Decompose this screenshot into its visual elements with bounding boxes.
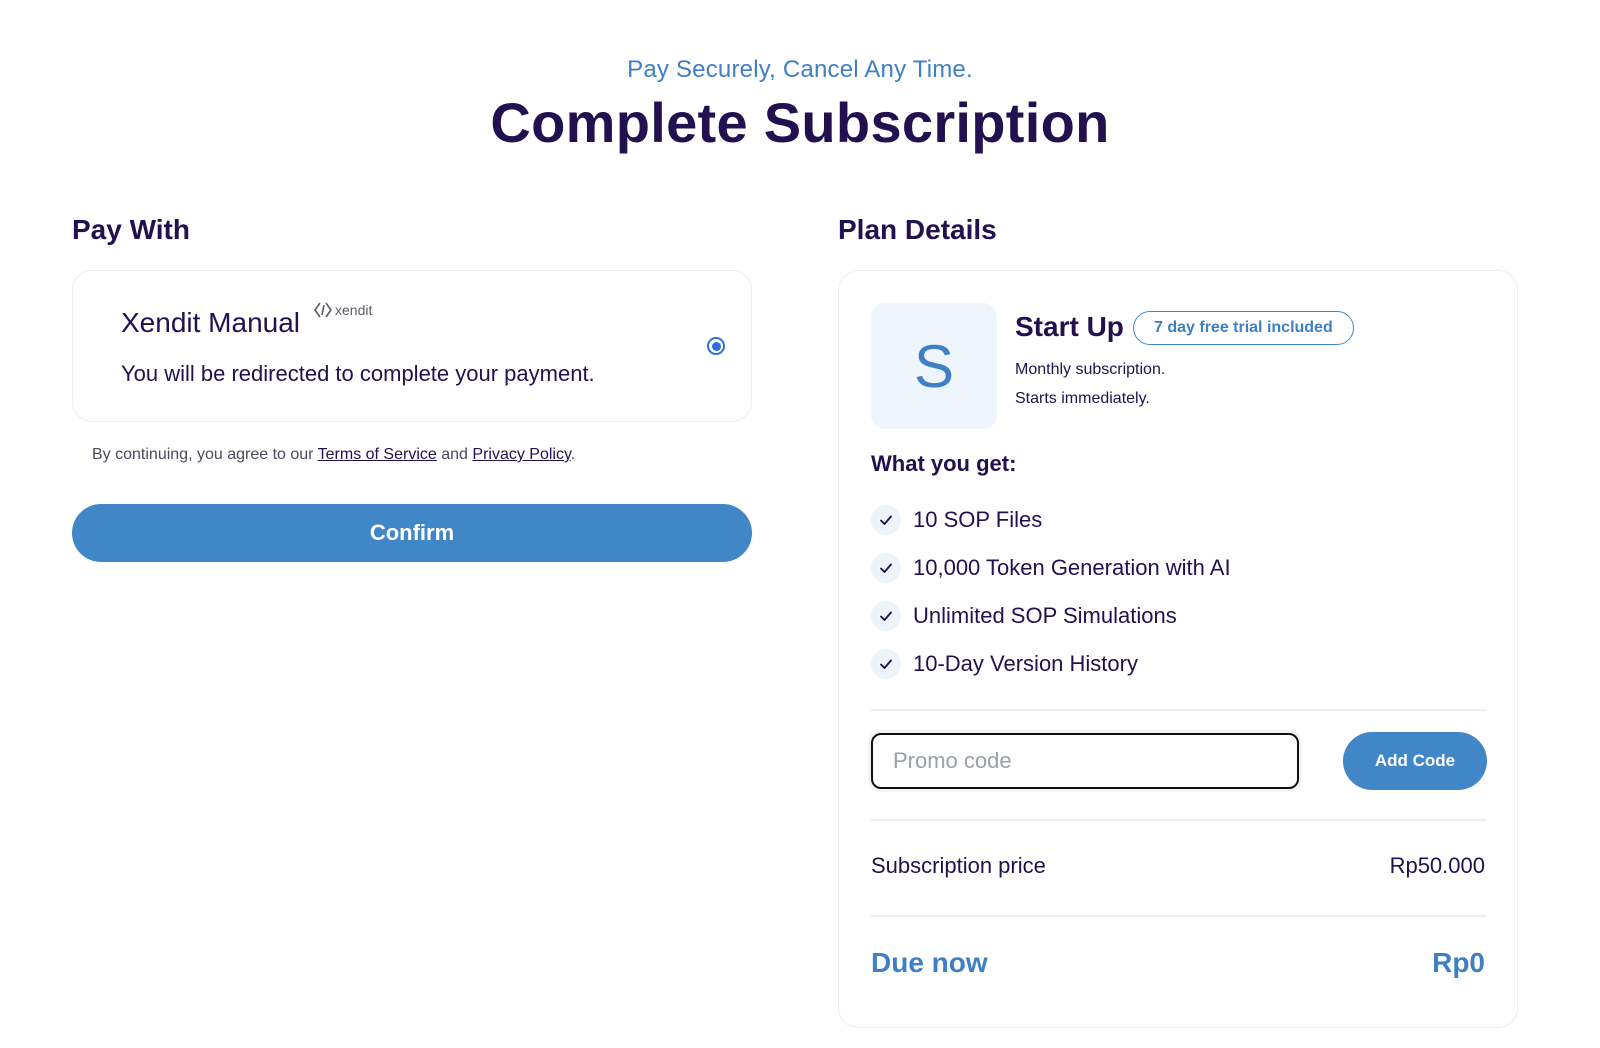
- benefit-item: 10-Day Version History: [871, 640, 1231, 688]
- terms-conjunction: and: [441, 446, 468, 463]
- benefit-label: 10 SOP Files: [913, 507, 1043, 532]
- terms-prefix: By continuing, you agree to our: [92, 446, 314, 463]
- benefits-list: 10 SOP Files 10,000 Token Generation wit…: [871, 496, 1231, 688]
- divider: [871, 915, 1487, 917]
- confirm-button[interactable]: Confirm: [72, 504, 752, 562]
- payment-method-radio[interactable]: [707, 337, 725, 355]
- xendit-logo-icon: [314, 302, 332, 318]
- check-icon: [871, 553, 901, 583]
- xendit-logo: xendit: [314, 301, 372, 319]
- tagline: Pay Securely, Cancel Any Time.: [627, 56, 973, 83]
- payment-method-card[interactable]: Xendit Manual xendit You will be redirec…: [72, 270, 752, 422]
- terms-of-service-link[interactable]: Terms of Service: [318, 446, 437, 463]
- terms-suffix: .: [570, 446, 576, 463]
- check-icon: [871, 649, 901, 679]
- plan-card: S Start Up 7 day free trial included Mon…: [838, 270, 1518, 1028]
- divider: [871, 709, 1487, 711]
- add-code-button[interactable]: Add Code: [1343, 732, 1487, 790]
- plan-name: Start Up: [1015, 311, 1124, 342]
- payment-method-header: Xendit Manual xendit: [121, 302, 372, 339]
- payment-method-name: Xendit Manual: [121, 307, 301, 338]
- pay-with-heading: Pay With: [72, 214, 190, 245]
- xendit-logo-text: xendit: [335, 302, 373, 318]
- plan-billing-cycle: Monthly subscription.: [1015, 361, 1166, 378]
- subscription-price-value: Rp50.000: [1389, 853, 1485, 878]
- terms-notice: By continuing, you agree to our Terms of…: [92, 446, 752, 464]
- subscription-price-label: Subscription price: [871, 853, 1046, 878]
- benefit-item: Unlimited SOP Simulations: [871, 592, 1231, 640]
- plan-details-heading: Plan Details: [838, 214, 997, 245]
- plan-avatar: S: [871, 303, 997, 429]
- promo-code-input[interactable]: [871, 733, 1299, 789]
- check-icon: [871, 505, 901, 535]
- radio-selected-dot: [711, 341, 721, 351]
- due-now-label: Due now: [871, 947, 988, 978]
- divider: [871, 819, 1487, 821]
- pay-with-section: Pay With Xendit Manual xendit You will b…: [72, 214, 752, 562]
- due-now-value: Rp0: [1432, 947, 1485, 978]
- benefit-item: 10,000 Token Generation with AI: [871, 544, 1231, 592]
- plan-details-section: Plan Details S Start Up 7 day free trial…: [838, 214, 1518, 1028]
- checkout-page: Pay Securely, Cancel Any Time. Complete …: [0, 0, 1600, 1048]
- payment-method-description: You will be redirected to complete your …: [121, 361, 595, 386]
- plan-start-info: Starts immediately.: [1015, 390, 1150, 407]
- benefit-item: 10 SOP Files: [871, 496, 1231, 544]
- benefits-heading: What you get:: [871, 451, 1017, 476]
- check-icon: [871, 601, 901, 631]
- benefit-label: 10-Day Version History: [913, 651, 1138, 676]
- benefit-label: Unlimited SOP Simulations: [913, 603, 1177, 628]
- benefit-label: 10,000 Token Generation with AI: [913, 555, 1231, 580]
- page-header: Pay Securely, Cancel Any Time. Complete …: [0, 56, 1600, 155]
- trial-badge: 7 day free trial included: [1133, 311, 1354, 345]
- page-title: Complete Subscription: [490, 91, 1110, 154]
- privacy-policy-link[interactable]: Privacy Policy: [472, 446, 570, 463]
